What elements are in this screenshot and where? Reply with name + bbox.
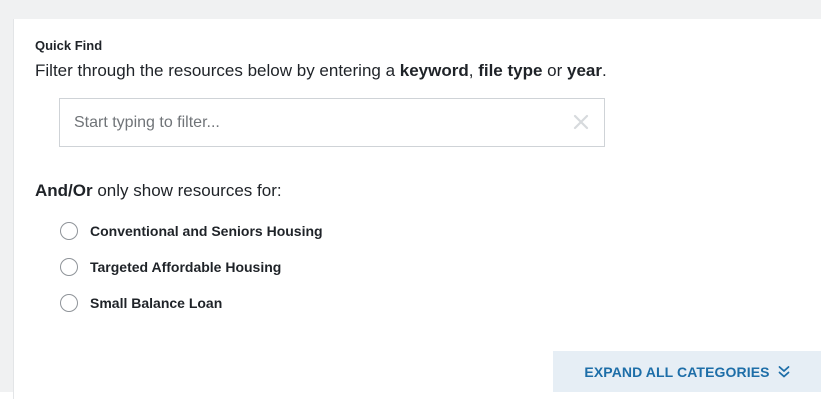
category-radio-group: Conventional and Seniors Housing Targete… bbox=[60, 213, 323, 321]
year-term: year bbox=[567, 61, 602, 80]
expand-label[interactable]: EXPAND ALL CATEGORIES bbox=[584, 364, 769, 380]
radio-option-conventional[interactable]: Conventional and Seniors Housing bbox=[60, 213, 323, 249]
radio-option-targeted-affordable[interactable]: Targeted Affordable Housing bbox=[60, 249, 323, 285]
radio-label[interactable]: Targeted Affordable Housing bbox=[90, 259, 281, 275]
instructions-text: Filter through the resources below by en… bbox=[35, 61, 400, 80]
keyword-term: keyword bbox=[399, 61, 469, 80]
page-background: Quick Find Filter through the resources … bbox=[0, 0, 821, 399]
andor-bold: And/Or bbox=[35, 181, 93, 200]
search-input[interactable] bbox=[74, 99, 554, 146]
close-icon[interactable] bbox=[572, 113, 590, 131]
separator-comma: , bbox=[468, 61, 479, 80]
radio-button[interactable] bbox=[60, 222, 78, 240]
category-filter-heading: And/Or only show resources for: bbox=[35, 181, 282, 201]
radio-button[interactable] bbox=[60, 258, 78, 276]
radio-label[interactable]: Small Balance Loan bbox=[90, 295, 222, 311]
andor-rest: only show resources for: bbox=[92, 181, 282, 200]
separator-or: or bbox=[542, 61, 568, 80]
file-type-term: file type bbox=[478, 61, 543, 80]
filter-instructions: Filter through the resources below by en… bbox=[35, 61, 607, 81]
search-field[interactable] bbox=[59, 98, 605, 147]
quick-find-heading: Quick Find bbox=[35, 38, 103, 53]
instructions-end: . bbox=[602, 61, 607, 80]
expand-all-categories-button[interactable]: EXPAND ALL CATEGORIES bbox=[553, 351, 821, 392]
radio-button[interactable] bbox=[60, 294, 78, 312]
radio-option-small-balance[interactable]: Small Balance Loan bbox=[60, 285, 323, 321]
double-chevron-down-icon bbox=[778, 365, 789, 377]
radio-label[interactable]: Conventional and Seniors Housing bbox=[90, 223, 323, 239]
